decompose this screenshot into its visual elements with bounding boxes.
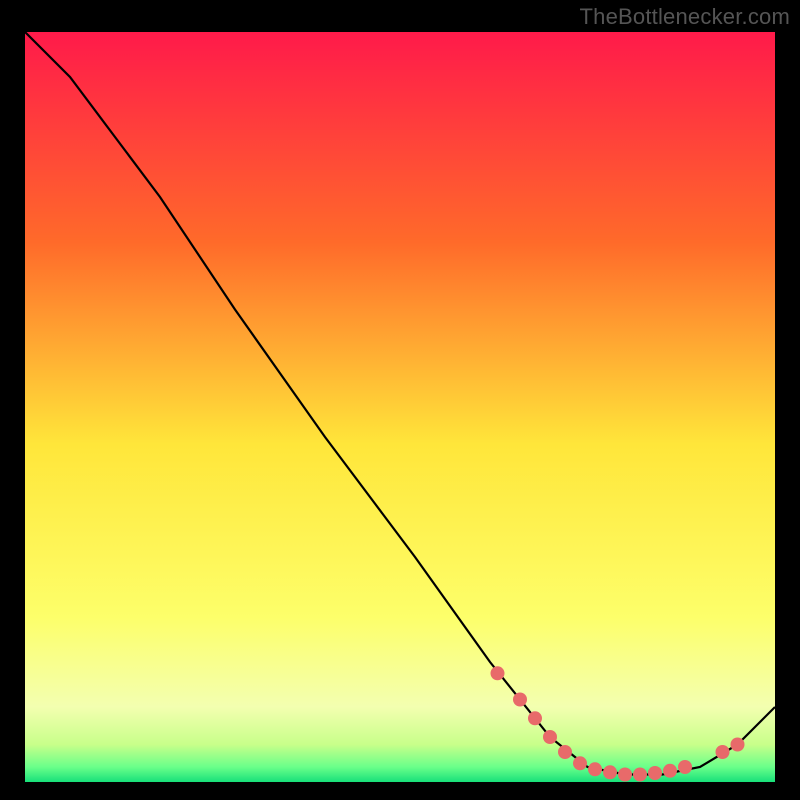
gradient-background [25,32,775,782]
data-marker [663,764,677,778]
data-marker [618,768,632,782]
data-marker [588,762,602,776]
data-marker [513,693,527,707]
data-marker [716,745,730,759]
data-marker [731,738,745,752]
data-marker [543,730,557,744]
chart-svg [25,32,775,782]
data-marker [678,760,692,774]
data-marker [528,711,542,725]
data-marker [491,666,505,680]
data-marker [648,766,662,780]
chart-container: TheBottlenecker.com [0,0,800,800]
data-marker [633,768,647,782]
data-marker [573,756,587,770]
plot-area [25,32,775,782]
data-marker [603,765,617,779]
attribution-label: TheBottlenecker.com [580,4,790,30]
data-marker [558,745,572,759]
